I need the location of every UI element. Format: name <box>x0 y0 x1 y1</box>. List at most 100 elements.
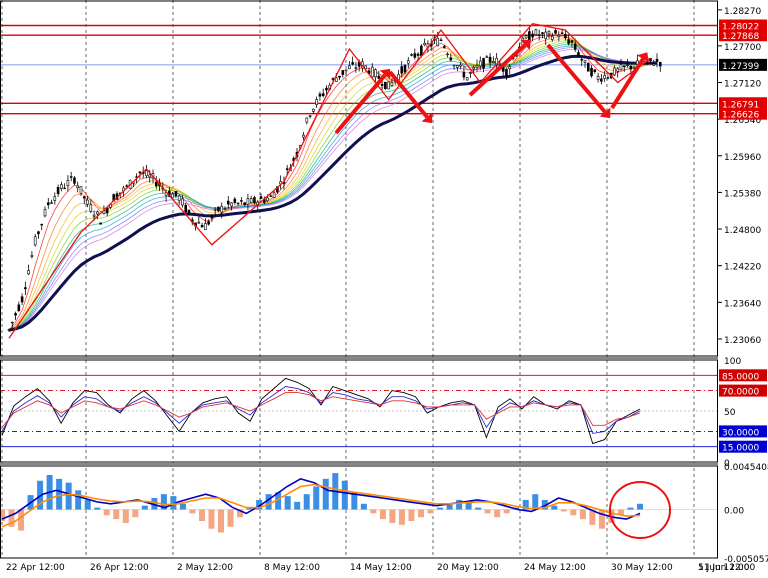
candle-body <box>60 184 63 189</box>
histogram-bar <box>218 509 225 533</box>
candle-body <box>240 200 243 202</box>
oscillator-level-text: 70.0000 <box>722 388 759 398</box>
histogram-bar <box>94 507 101 510</box>
candle-body <box>632 66 636 69</box>
oscillator-axis-label: 50 <box>724 408 736 418</box>
candle-body <box>469 72 472 74</box>
candle-body <box>586 62 590 72</box>
histogram-bar <box>417 509 424 518</box>
candle-body <box>370 66 374 78</box>
histogram-bar <box>103 509 110 516</box>
candle-body <box>439 39 443 41</box>
candle-body <box>27 270 30 275</box>
price-axis-label: 1.27700 <box>724 43 761 53</box>
time-axis-label: 26 Apr 12:00 <box>90 563 149 573</box>
candle-body <box>492 61 495 63</box>
candle-body <box>243 202 246 206</box>
candle-body <box>148 174 152 178</box>
candle-body <box>10 321 14 324</box>
oscillator-level-text: 15.0000 <box>722 444 759 454</box>
candle-body <box>14 313 17 316</box>
histogram-axis-label: 0.00 <box>724 507 744 517</box>
histogram-bar <box>637 503 643 510</box>
price-axis-label: 1.24800 <box>724 226 761 236</box>
candle-body <box>534 29 538 36</box>
trading-chart[interactable]: 85.000070.000030.000015.0000100500 0.004… <box>0 0 768 574</box>
candle-body <box>312 108 315 112</box>
histogram-bar <box>579 509 586 520</box>
candle-body <box>171 193 174 198</box>
histogram-bar <box>65 482 72 510</box>
candle-body <box>505 69 508 77</box>
candle-body <box>554 30 557 34</box>
candle-body <box>613 67 616 76</box>
candle-body <box>53 196 57 201</box>
candle-body <box>459 64 462 67</box>
histogram-bar <box>198 509 205 522</box>
histogram-bar <box>408 509 415 522</box>
candle-body <box>380 83 384 86</box>
candle-body <box>204 223 207 230</box>
candle-body <box>321 93 325 97</box>
histogram-bar <box>122 509 129 523</box>
candle-body <box>197 221 201 224</box>
histogram-bar <box>437 507 444 510</box>
candle-body <box>223 208 227 210</box>
candle-body <box>200 224 204 228</box>
histogram-bar <box>398 509 405 525</box>
candle-body <box>246 198 250 205</box>
candle-body <box>655 58 659 63</box>
candle-body <box>658 62 662 67</box>
time-axis-label: 30 May 12:00 <box>611 563 673 573</box>
candle-body <box>46 202 50 206</box>
candle-body <box>600 78 603 82</box>
candle-body <box>537 34 541 36</box>
histogram-bar <box>484 509 491 514</box>
candle-body <box>226 200 230 205</box>
level-price-text: 1.26626 <box>722 111 759 121</box>
candle-body <box>403 64 407 73</box>
candle-body <box>564 34 567 39</box>
candle-body <box>269 195 273 197</box>
price-axis-label: 1.27120 <box>724 79 761 89</box>
histogram-bar <box>627 507 634 510</box>
candle-body <box>315 99 318 105</box>
candle-body <box>478 60 482 67</box>
histogram-bar <box>379 509 386 520</box>
candle-body <box>145 170 148 177</box>
candle-body <box>570 40 574 43</box>
histogram-bar <box>503 509 510 514</box>
candle-body <box>603 75 606 79</box>
time-axis-label: 14 May 12:00 <box>350 563 412 573</box>
candle-body <box>531 33 534 38</box>
time-axis-label: 22 Apr 12:00 <box>6 563 65 573</box>
candle-body <box>69 176 73 178</box>
candle-body <box>253 197 256 204</box>
candle-body <box>318 93 322 97</box>
price-axis-label: 1.25960 <box>724 153 761 163</box>
candle-body <box>423 43 426 46</box>
histogram-bar <box>475 507 482 510</box>
candle-body <box>89 204 93 212</box>
price-axis-label: 1.24220 <box>724 263 761 273</box>
candle-body <box>20 296 24 303</box>
candle-body <box>184 204 188 213</box>
candle-body <box>456 65 459 68</box>
price-axis-label: 1.23640 <box>724 299 761 309</box>
candle-body <box>626 64 629 67</box>
histogram-bar <box>113 509 120 520</box>
candle-body <box>266 197 269 202</box>
price-axis-label: 1.28270 <box>724 7 761 17</box>
histogram-bar <box>179 503 186 510</box>
candle-body <box>285 168 289 170</box>
histogram-bar <box>294 501 301 510</box>
candle-body <box>73 177 76 184</box>
histogram-bar <box>551 505 558 510</box>
candle-body <box>616 68 620 72</box>
candle-body <box>66 180 70 186</box>
time-axis-label: 8 May 12:00 <box>264 563 320 573</box>
candle-body <box>259 196 263 199</box>
histogram-axis-label: 0.0045408 <box>724 463 768 473</box>
candle-body <box>233 198 237 203</box>
histogram-bar <box>75 490 82 510</box>
